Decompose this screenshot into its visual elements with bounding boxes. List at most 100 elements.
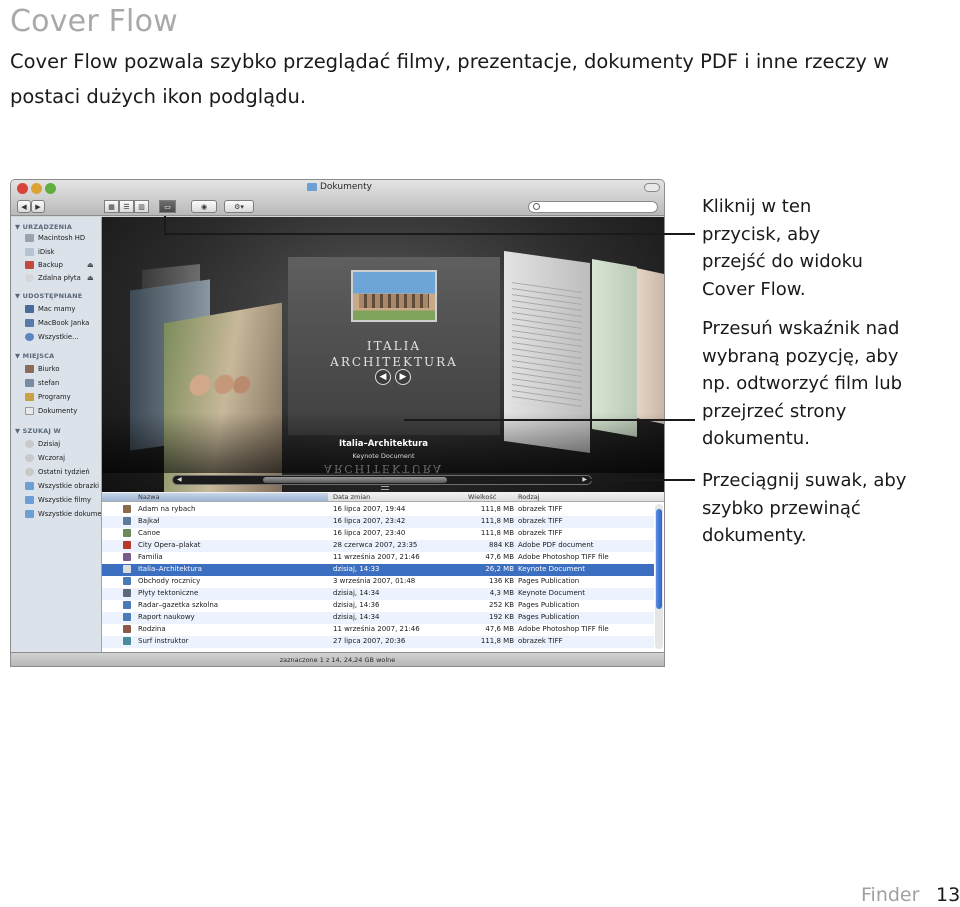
cover-flow-selected-item[interactable]: ITALIA ARCHITEKTURA ◀ ▶ [288,257,500,435]
cell-date: dzisiaj, 14:36 [333,601,380,609]
back-button[interactable]: ◀ [17,200,31,213]
sidebar-item-applications[interactable]: Programy [25,393,101,401]
table-row[interactable]: Obchody rocznicy 3 września 2007, 01:48 13… [102,576,654,588]
sidebar-item-all-movies[interactable]: Wszystkie filmy [25,496,101,504]
cover-flow-scroll-thumb[interactable] [263,477,447,483]
page-intro: Cover Flow pozwala szybko przeglądać fil… [10,50,890,108]
callout-drag-slider: Przeciągnij suwak, aby szybko przewinąć … [702,470,907,546]
sidebar-item-desktop[interactable]: Biurko [25,365,101,373]
sidebar-item-macbook-janka[interactable]: MacBook Janka [25,319,101,327]
document-page-thumbnail [512,282,582,412]
eject-icon[interactable]: ⏏ [87,261,94,269]
cell-name: Adam na rybach [138,505,196,513]
eye-icon: ◉ [200,202,208,211]
close-button[interactable] [17,183,28,194]
previous-page-button[interactable]: ◀ [375,369,391,385]
cover-flow-view[interactable]: ITALIA ARCHITEKTURA ◀ ▶ Italia–Architekt… [102,217,664,492]
sidebar-item-today[interactable]: Dzisiaj [25,440,101,448]
action-menu-button[interactable]: ⚙▾ [224,200,254,213]
vertical-scroll-thumb[interactable] [656,509,662,609]
file-list-header: Nazwa Data zmian Wielkość Rodzaj [102,492,664,502]
cell-name: Raport naukowy [138,613,195,621]
cell-name: Canoe [138,529,161,537]
external-disk-icon [25,261,34,269]
sidebar-item-all-shared[interactable]: Wszystkie... [25,333,101,341]
title-bar: Dokumenty [11,180,664,198]
card-title-line2: ARCHITEKTURA [330,355,458,369]
cell-name: Italia–Architektura [138,565,202,573]
cover-flow-item[interactable] [635,267,664,425]
column-size[interactable]: Wielkość [468,493,496,501]
sidebar-item-all-documents[interactable]: Wszystkie dokumenty [25,510,101,518]
sidebar-item-all-images[interactable]: Wszystkie obrazki [25,482,101,490]
cell-kind: Adobe Photoshop TIFF file [518,553,609,561]
file-icon [123,565,131,573]
callout-line-1 [164,233,695,235]
file-icon [123,637,131,645]
sidebar-item-last-week[interactable]: Ostatni tydzień [25,468,101,476]
table-row[interactable]: Italia–Architektura dzisiaj, 14:33 26,2 MB… [102,564,654,576]
column-view-button[interactable]: ▥ [134,200,149,213]
cover-flow-scrollbar[interactable]: ◀ ▶ [172,475,592,485]
cell-date: 16 lipca 2007, 23:42 [333,517,406,525]
eject-icon[interactable]: ⏏ [87,274,94,282]
sidebar-item-mac-mamy[interactable]: Mac mamy [25,305,101,313]
cover-flow-icon: ▭ [164,202,171,211]
cell-kind: Pages Publication [518,613,580,621]
colosseum-thumbnail [351,270,437,322]
resize-grip[interactable] [381,486,389,490]
sidebar-item-macintosh-hd[interactable]: Macintosh HD [25,234,101,242]
list-view-button[interactable]: ☰ [119,200,134,213]
cell-date: 11 września 2007, 21:46 [333,553,420,561]
table-row[interactable]: Raport naukowy dzisiaj, 14:34 192 KB Pages … [102,612,654,624]
cell-date: 3 września 2007, 01:48 [333,577,416,585]
zoom-button[interactable] [45,183,56,194]
vertical-scrollbar[interactable] [655,504,663,649]
table-row[interactable]: Canoe 16 lipca 2007, 23:40 111,8 MB obrazek… [102,528,654,540]
table-row[interactable]: Rodzina 11 września 2007, 21:46 47,6 MB Ado… [102,624,654,636]
cover-flow-button[interactable]: ▭ [159,200,176,213]
card-title-line1: ITALIA [366,339,422,353]
sidebar-item-yesterday[interactable]: Wczoraj [25,454,101,462]
sidebar-item-documents[interactable]: Dokumenty [25,407,101,415]
toolbar-toggle-button[interactable] [644,183,660,192]
callout-hover-item: Przesuń wskaźnik nad wybraną pozycję, ab… [702,318,903,449]
cover-flow-item[interactable] [592,259,637,437]
window-title-text: Dokumenty [320,182,372,192]
cell-kind: obrazek TIFF [518,505,563,513]
table-row[interactable]: Bajkał 16 lipca 2007, 23:42 111,8 MB obraze… [102,516,654,528]
table-row[interactable]: Radar–gazetka szkolna dzisiaj, 14:36 252 K… [102,600,654,612]
cell-size: 4,3 MB [489,589,514,597]
next-page-button[interactable]: ▶ [395,369,411,385]
cell-kind: obrazek TIFF [518,517,563,525]
icon-view-button[interactable]: ▦ [104,200,119,213]
forward-button[interactable]: ▶ [31,200,45,213]
sidebar-item-idisk[interactable]: iDisk [25,248,101,256]
idisk-icon [25,248,34,256]
column-name[interactable]: Nazwa [102,493,328,501]
clock-icon [25,454,34,462]
minimize-button[interactable] [31,183,42,194]
column-kind[interactable]: Rodzaj [518,493,540,501]
table-row[interactable]: City Opera–plakat 28 czerwca 2007, 23:35 8… [102,540,654,552]
cell-kind: obrazek TIFF [518,529,563,537]
table-row[interactable]: Familia 11 września 2007, 21:46 47,6 MB Ado… [102,552,654,564]
scroll-left-icon[interactable]: ◀ [177,476,182,483]
sidebar: ▼ URZĄDZENIA Macintosh HD iDisk Backup ⏏… [11,217,102,652]
toolbar: ◀ ▶ ▦ ☰ ▥ ▭ ◉ ⚙▾ [11,198,664,216]
icon-view-icon: ▦ [108,202,115,211]
table-row[interactable]: Surf instruktor 27 lipca 2007, 20:36 111,8… [102,636,654,648]
column-date[interactable]: Data zmian [333,493,370,501]
table-row[interactable]: Płyty tektoniczne dzisiaj, 14:34 4,3 MB Key… [102,588,654,600]
sidebar-item-home[interactable]: stefan [25,379,101,387]
table-row[interactable]: Adam na rybach 16 lipca 2007, 19:44 111,8 … [102,504,654,516]
desktop-icon [25,365,34,373]
file-icon [123,613,131,621]
cell-date: 16 lipca 2007, 19:44 [333,505,406,513]
cell-kind: Adobe PDF document [518,541,594,549]
cell-kind: Pages Publication [518,577,580,585]
search-input[interactable] [528,201,658,213]
quick-look-button[interactable]: ◉ [191,200,217,213]
cell-size: 111,8 MB [480,505,514,513]
scroll-right-icon[interactable]: ▶ [582,476,587,483]
